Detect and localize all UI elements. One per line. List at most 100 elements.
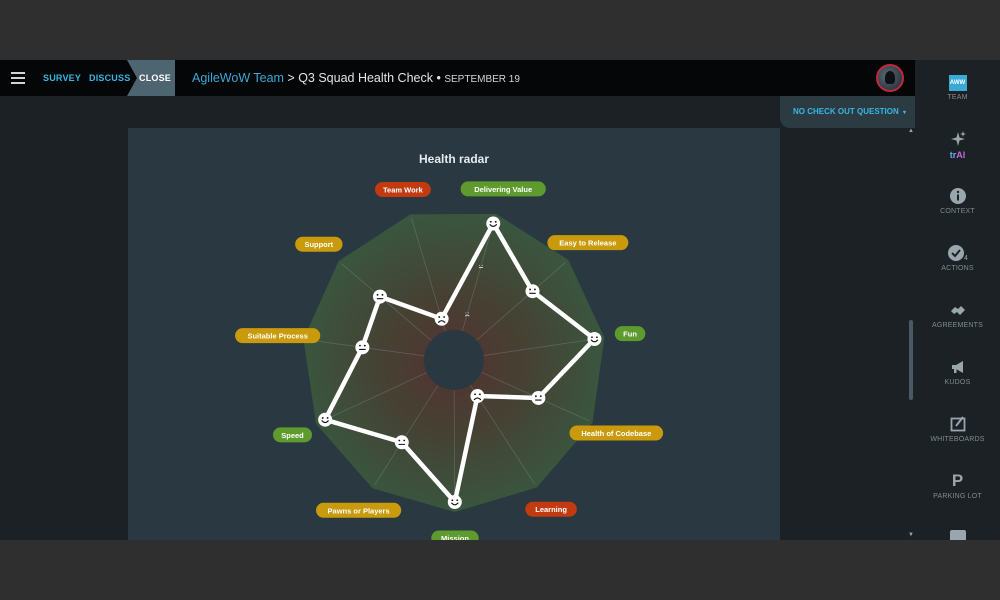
category-label: Support [304, 240, 333, 249]
category-label: Mission [441, 534, 469, 540]
app-window: SURVEY DISCUSS CLOSE AgileWoW Team > Q3 … [0, 60, 1000, 540]
sidebar-item-context[interactable]: CONTEXT [915, 187, 1000, 215]
category-label: Speed [281, 431, 304, 440]
face-eye [359, 344, 361, 347]
face-eye [326, 417, 329, 419]
session-date: SEPTEMBER 19 [444, 74, 520, 85]
face-happy-icon [486, 216, 501, 231]
scroll-up-icon[interactable]: ▲ [908, 128, 914, 134]
main-panel: Health radar Delivering Value Easy to Rel… [128, 128, 780, 540]
face-eye [534, 288, 536, 291]
face-neutral-icon [531, 390, 546, 405]
radar-center-hole [424, 330, 484, 390]
face-eye [465, 312, 467, 314]
title-bullet: • [433, 71, 445, 85]
sidebar-label-kudos: KUDOS [944, 379, 971, 386]
sidebar-item-actions[interactable]: 4 ACTIONS [915, 244, 1000, 272]
category-label: Health of Codebase [581, 429, 651, 438]
more-icon [949, 530, 966, 540]
sidebar-item-more[interactable] [915, 530, 1000, 540]
face-happy-icon [587, 332, 602, 347]
checkout-question-dropdown[interactable]: NO CHECK OUT QUESTION ▾ [780, 96, 915, 128]
face-eye [534, 395, 537, 398]
category-label: Fun [623, 330, 637, 339]
face-eye [403, 439, 406, 442]
sidebar-label-whiteboards: WHITEBOARDS [930, 436, 985, 443]
face-eye [398, 439, 401, 442]
face-eye [376, 293, 379, 296]
sidebar-item-parking-lot[interactable]: P PARKING LOT [915, 471, 1000, 501]
sidebar-item-trai[interactable]: trAI [915, 130, 1000, 160]
face-happy-icon [318, 412, 333, 427]
step-survey[interactable]: SURVEY [43, 60, 81, 96]
user-avatar[interactable] [876, 64, 904, 92]
megaphone-icon [951, 361, 963, 373]
parking-icon: P [951, 471, 964, 490]
face-eye [529, 288, 531, 291]
sidebar-label-context: CONTEXT [940, 208, 975, 215]
category-label: Easy to Release [559, 239, 616, 248]
health-radar-chart: Delivering Value Easy to Release Fun Health… [235, 181, 664, 540]
breadcrumb-separator: > [283, 71, 299, 85]
category-label: Team Work [383, 185, 424, 194]
face-neutral-icon [525, 284, 540, 299]
face-eye [481, 264, 483, 266]
whiteboard-icon [950, 416, 965, 432]
right-sidebar: AWW TEAM trAI CONTEXT 4 ACTIONS AGREEMEN… [915, 60, 1000, 540]
category-label: Pawns or Players [328, 506, 390, 515]
face-happy-icon [447, 494, 462, 509]
breadcrumb: AgileWoW Team > Q3 Squad Health Check • … [192, 60, 520, 96]
face-eye [474, 393, 476, 396]
face-neutral-icon [394, 435, 409, 450]
face-eye [489, 220, 492, 223]
sparkle-icon [950, 131, 966, 146]
face-eye [539, 395, 542, 398]
step-discuss[interactable]: DISCUSS [89, 60, 130, 96]
check-circle-icon: 4 [947, 245, 968, 262]
face-eye [443, 316, 446, 318]
sidebar-label-actions: ACTIONS [941, 265, 974, 272]
trai-suffix: AI [956, 150, 966, 160]
step-close[interactable]: CLOSE [127, 60, 175, 96]
info-icon [949, 188, 966, 204]
chevron-down-icon: ▾ [903, 110, 907, 116]
category-label: Learning [535, 505, 567, 514]
sidebar-item-kudos[interactable]: KUDOS [915, 358, 1000, 386]
face-eye [478, 393, 481, 396]
face-sad-icon [470, 389, 485, 404]
face-eye [456, 499, 459, 502]
sidebar-label-parking-lot: PARKING LOT [933, 493, 982, 500]
actions-badge: 4 [964, 255, 968, 262]
category-label: Suitable Process [247, 332, 307, 341]
scroll-thumb[interactable] [909, 320, 913, 400]
sidebar-label-team: TEAM [947, 94, 968, 101]
handshake-icon [950, 306, 965, 315]
face-eye [494, 220, 497, 223]
face-eye [479, 264, 481, 266]
face-eye [451, 499, 454, 502]
sidebar-item-team[interactable]: AWW TEAM [915, 75, 1000, 101]
sidebar-item-agreements[interactable]: AGREEMENTS [915, 301, 1000, 329]
scroll-down-icon[interactable]: ▼ [908, 532, 914, 538]
checkout-label: NO CHECK OUT QUESTION [793, 107, 899, 116]
face-neutral-icon [372, 289, 387, 304]
sidebar-label-agreements: AGREEMENTS [931, 322, 983, 329]
sidebar-item-whiteboards[interactable]: WHITEBOARDS [915, 415, 1000, 443]
breadcrumb-team-link[interactable]: AgileWoW Team [192, 71, 284, 85]
sidebar-label-trai: trAI [915, 150, 1000, 160]
face-eye [321, 417, 324, 419]
team-logo-icon: AWW [948, 75, 967, 91]
category-label: Delivering Value [474, 185, 532, 194]
scrollbar[interactable]: ▲ ▼ [908, 128, 914, 540]
page-title: Q3 Squad Health Check [298, 71, 433, 85]
face-eye [438, 316, 441, 318]
face-eye [595, 336, 598, 339]
face-sad-icon [434, 311, 449, 326]
face-eye [591, 336, 593, 339]
face-eye [381, 293, 384, 296]
face-eye [363, 344, 366, 347]
face-eye [468, 312, 470, 314]
top-bar: SURVEY DISCUSS CLOSE AgileWoW Team > Q3 … [0, 60, 915, 96]
menu-icon[interactable] [11, 72, 25, 84]
face-neutral-icon [355, 340, 370, 355]
